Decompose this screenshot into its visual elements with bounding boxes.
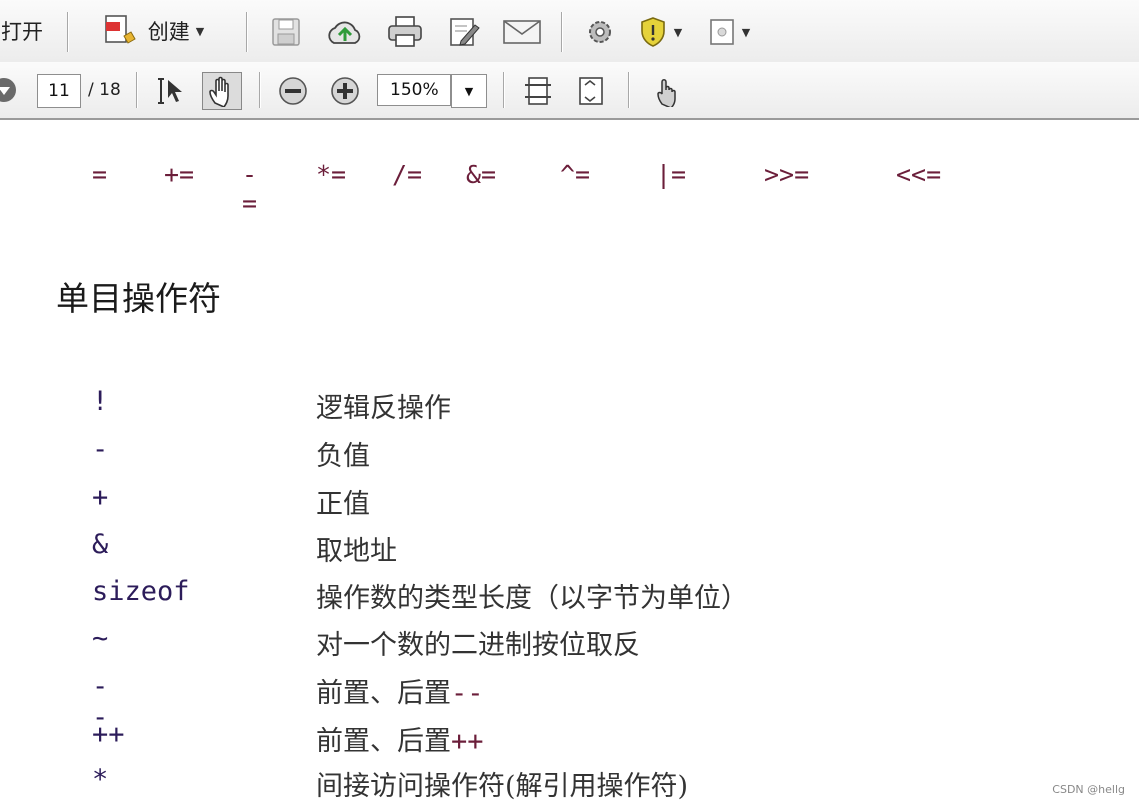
print-button[interactable] — [383, 14, 427, 50]
operator-symbol: * — [92, 764, 109, 795]
email-icon — [502, 17, 542, 47]
shield-icon — [638, 16, 668, 48]
page-number-input[interactable]: 11 — [37, 74, 81, 108]
fit-width-button[interactable] — [519, 74, 557, 108]
edit-icon — [447, 15, 481, 49]
toolbar-separator — [136, 72, 137, 108]
next-page-button[interactable] — [0, 74, 22, 106]
operator-description: 负值 — [316, 441, 370, 472]
assignment-operator: &= — [466, 160, 497, 189]
operator-symbol: ! — [92, 386, 109, 417]
operator-description: 前置、后置++ — [316, 726, 484, 757]
create-icon — [102, 14, 138, 48]
zoom-in-icon — [329, 75, 361, 107]
operator-description: 间接访问操作符(解引用操作符) — [316, 771, 689, 802]
operator-description: 前置、后置-- — [316, 678, 484, 709]
assignment-operator: += — [164, 160, 195, 189]
select-cursor-icon — [155, 75, 187, 107]
chevron-down-icon: ▼ — [741, 25, 751, 39]
assignment-operator: |= — [656, 160, 687, 189]
settings-button[interactable] — [580, 14, 620, 50]
edit-button[interactable] — [444, 14, 484, 50]
toolbar-separator — [561, 12, 562, 52]
operator-symbol: - — [92, 434, 109, 465]
page-number-value: 11 — [48, 81, 70, 101]
page-total: / 18 — [88, 80, 121, 100]
toolbar-separator — [67, 12, 68, 52]
open-label: 打开 — [1, 20, 43, 44]
toolbar-separator — [503, 72, 504, 108]
print-icon — [386, 15, 424, 49]
toolbar-separator — [259, 72, 260, 108]
zoom-in-button[interactable] — [326, 74, 364, 108]
operator-symbol: ~ — [92, 623, 109, 654]
zoom-level-value: 150% — [390, 80, 439, 100]
operator-symbol: sizeof — [92, 576, 190, 607]
zoom-out-button[interactable] — [274, 74, 312, 108]
assignment-operator: /= — [392, 160, 423, 189]
chevron-down-icon: ▼ — [673, 25, 683, 39]
chevron-down-icon: ▼ — [464, 84, 474, 98]
zoom-level-select[interactable]: 150% — [377, 74, 451, 106]
hand-tool-button[interactable] — [202, 72, 242, 110]
operator-symbol: ++ — [92, 719, 125, 750]
operator-description: 取地址 — [316, 536, 397, 567]
hand-tool-icon — [207, 75, 237, 107]
operator-description: 逻辑反操作 — [316, 393, 451, 424]
upload-button[interactable] — [322, 14, 368, 50]
watermark: CSDN @hellg — [1052, 783, 1125, 796]
operator-description: 正值 — [316, 489, 370, 520]
fit-page-button[interactable] — [572, 74, 610, 108]
toolbar-separator — [628, 72, 629, 108]
cloud-upload-icon — [324, 16, 366, 48]
operator-symbol: + — [92, 482, 109, 513]
zoom-out-icon — [277, 75, 309, 107]
chevron-down-icon: ▼ — [195, 24, 205, 38]
open-button[interactable]: 打开 — [0, 14, 44, 48]
operator-symbol: & — [92, 529, 109, 560]
section-heading: 单目操作符 — [56, 279, 221, 318]
email-button[interactable] — [500, 14, 544, 50]
save-icon — [270, 16, 302, 48]
save-button[interactable] — [266, 14, 306, 50]
navigation-toolbar: 11 / 18 150% ▼ — [0, 62, 1139, 120]
operator-description: 操作数的类型长度（以字节为单位） — [316, 583, 748, 614]
touch-mode-button[interactable] — [648, 74, 686, 108]
select-tool-button[interactable] — [152, 74, 190, 108]
fit-width-icon — [523, 75, 553, 107]
operator-description: 对一个数的二进制按位取反 — [316, 630, 640, 661]
assignment-operator: *= — [316, 160, 347, 189]
assignment-operator: -= — [242, 160, 258, 218]
next-page-icon — [0, 75, 19, 105]
page-options-button[interactable]: ▼ — [704, 14, 754, 50]
assignment-operator: = — [92, 160, 108, 189]
create-label: 创建 — [147, 20, 190, 44]
assignment-operator: >>= — [764, 160, 810, 189]
security-button[interactable]: ▼ — [634, 14, 686, 50]
document-page: = += -= *= /= &= ^= |= >>= <<= 单目操作符 ! 逻… — [0, 120, 1139, 806]
zoom-dropdown-button[interactable]: ▼ — [451, 74, 487, 108]
gear-icon — [585, 17, 615, 47]
toolbar-separator — [246, 12, 247, 52]
touch-icon — [652, 75, 682, 107]
fit-page-icon — [576, 75, 606, 107]
create-button[interactable]: 创建 ▼ — [88, 12, 218, 50]
assignment-operator: <<= — [896, 160, 942, 189]
main-toolbar: 打开 创建 ▼ ▼ ▼ — [0, 0, 1139, 63]
assignment-operator: ^= — [560, 160, 591, 189]
page-icon — [708, 17, 736, 47]
